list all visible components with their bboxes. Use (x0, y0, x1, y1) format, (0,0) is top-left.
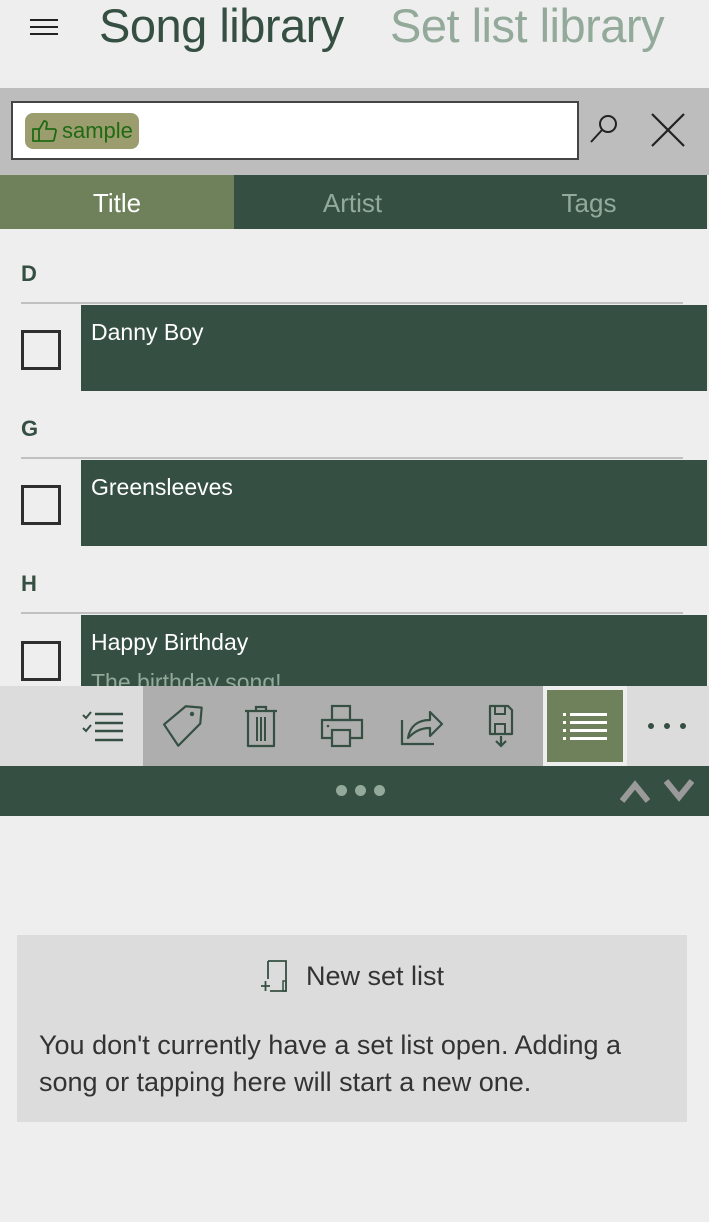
save-icon (488, 704, 514, 748)
list-item[interactable]: Greensleeves (81, 460, 707, 546)
pivot-set-list-library[interactable]: Set list library (390, 0, 665, 53)
tag-filter-chip[interactable]: sample (25, 113, 139, 149)
search-input[interactable]: sample (11, 101, 579, 160)
list-view-button[interactable] (547, 690, 623, 762)
thumbs-up-icon (32, 120, 57, 142)
tag-button[interactable] (147, 686, 217, 766)
close-icon (651, 113, 685, 147)
group-header: G (21, 416, 39, 441)
song-title: Greensleeves (91, 474, 233, 500)
new-set-list-icon (260, 960, 287, 992)
song-title: Happy Birthday (91, 629, 249, 655)
hamburger-icon (30, 19, 58, 21)
tag-icon (162, 705, 203, 747)
list-item[interactable]: Happy Birthday The birthday song! (81, 615, 707, 686)
song-checkbox[interactable] (21, 641, 61, 681)
share-icon (400, 710, 444, 746)
more-icon (648, 723, 686, 729)
collapse-down-button[interactable] (663, 779, 695, 803)
select-items-button[interactable] (68, 686, 138, 766)
hamburger-menu-button[interactable] (30, 17, 60, 37)
delete-button[interactable] (226, 686, 296, 766)
group-divider (21, 457, 683, 459)
new-set-list-heading: New set list (17, 959, 687, 993)
checklist-icon (82, 711, 123, 742)
tab-title[interactable]: Title (0, 175, 234, 229)
list-icon (563, 713, 607, 740)
clear-search-button[interactable] (648, 110, 688, 150)
group-divider (21, 612, 683, 614)
more-button[interactable] (632, 686, 702, 766)
group-header: H (21, 571, 37, 596)
share-button[interactable] (387, 686, 457, 766)
list-item[interactable]: Danny Boy (81, 305, 707, 391)
group-header: D (21, 261, 37, 286)
printer-icon (320, 704, 364, 748)
save-button[interactable] (467, 686, 537, 766)
chevron-up-icon (619, 780, 651, 803)
search-icon (590, 115, 617, 143)
search-button[interactable] (586, 110, 622, 146)
drag-handle-icon[interactable] (336, 785, 347, 796)
tab-tags[interactable]: Tags (471, 175, 707, 229)
group-divider (21, 302, 683, 304)
print-button[interactable] (307, 686, 377, 766)
chevron-down-icon (663, 779, 695, 802)
tag-filter-label: sample (62, 118, 133, 143)
trash-icon (245, 705, 277, 748)
new-set-list-label: New set list (305, 961, 445, 991)
song-checkbox[interactable] (21, 485, 61, 525)
no-set-list-message: You don't currently have a set list open… (39, 1030, 622, 1097)
sort-tabs: Title Artist Tags (0, 175, 707, 229)
new-set-list-card[interactable]: New set list You don't currently have a … (17, 935, 687, 1122)
pivot-song-library[interactable]: Song library (99, 0, 344, 53)
tab-artist[interactable]: Artist (234, 175, 471, 229)
expand-up-button[interactable] (619, 779, 651, 803)
song-title: Danny Boy (91, 319, 204, 345)
song-subtitle: The birthday song! (91, 669, 282, 686)
song-checkbox[interactable] (21, 330, 61, 370)
